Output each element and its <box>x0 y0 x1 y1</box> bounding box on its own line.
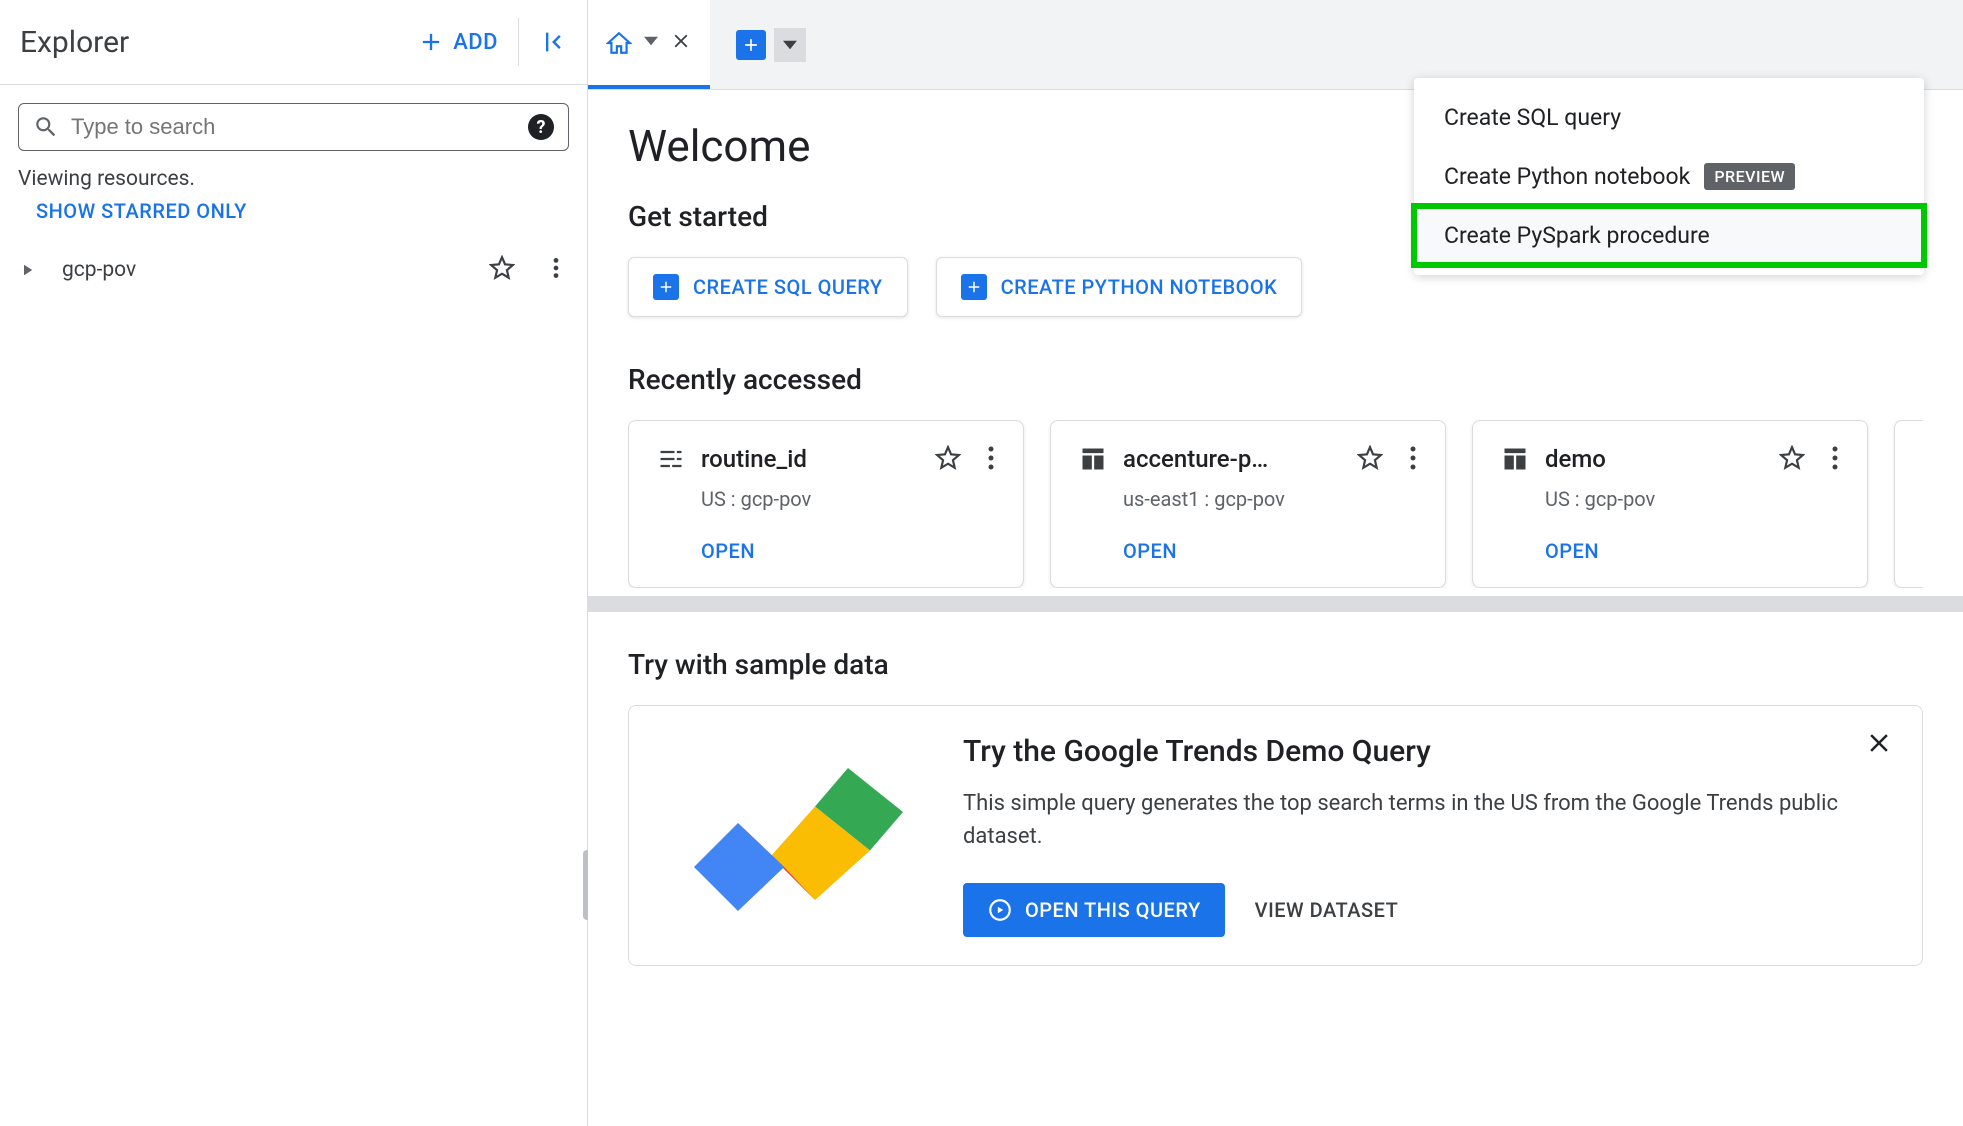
sample-card-title: Try the Google Trends Demo Query <box>963 734 1888 769</box>
star-button[interactable] <box>489 255 515 285</box>
main-panel: Create SQL query Create Python notebook … <box>588 0 1963 1126</box>
explorer-sidebar: Explorer ADD ? Viewing resources. SHOW S… <box>0 0 588 1126</box>
open-this-query-button[interactable]: OPEN THIS QUERY <box>963 883 1225 937</box>
close-icon <box>1864 728 1894 758</box>
search-input-container[interactable]: ? <box>18 103 569 151</box>
plus-icon <box>741 35 761 55</box>
show-starred-only-button[interactable]: SHOW STARRED ONLY <box>0 199 587 241</box>
collapse-icon <box>539 28 567 56</box>
more-actions-button[interactable] <box>543 255 569 285</box>
preview-badge: PREVIEW <box>1704 163 1795 190</box>
trends-illustration <box>663 734 923 934</box>
help-icon[interactable]: ? <box>528 114 554 140</box>
card-title: demo <box>1545 445 1763 473</box>
create-sql-query-item[interactable]: Create SQL query <box>1414 88 1924 147</box>
star-button[interactable] <box>1357 445 1383 475</box>
divider <box>518 18 519 66</box>
create-sql-query-button[interactable]: CREATE SQL QUERY <box>628 257 908 317</box>
more-actions-button[interactable] <box>987 445 995 475</box>
card-title: accenture-p… <box>1123 445 1341 473</box>
sidebar-header: Explorer ADD <box>0 0 587 85</box>
plus-icon <box>417 28 445 56</box>
horizontal-scrollbar[interactable] <box>588 596 1963 612</box>
table-icon <box>1501 445 1529 477</box>
recent-card[interactable]: demo US : gcp-pov OPEN <box>1472 420 1868 588</box>
card-subtitle: US : gcp-pov <box>1501 487 1839 511</box>
collapse-sidebar-button[interactable] <box>539 28 567 56</box>
create-pyspark-procedure-item[interactable]: Create PySpark procedure <box>1414 206 1924 265</box>
close-sample-card-button[interactable] <box>1864 728 1894 762</box>
add-button-label: ADD <box>453 30 498 55</box>
create-python-notebook-button[interactable]: CREATE PYTHON NOTEBOOK <box>936 257 1303 317</box>
recently-accessed-title: Recently accessed <box>628 363 1923 396</box>
close-tab-button[interactable] <box>670 30 692 56</box>
tab-bar <box>588 0 1963 90</box>
caret-down-icon <box>783 38 797 52</box>
new-tab-button[interactable] <box>736 30 766 60</box>
recent-cards-row: routine_id US : gcp-pov OPEN accenture-p… <box>628 420 1923 588</box>
project-label: gcp-pov <box>50 258 475 282</box>
recent-card[interactable]: accenture-p… us-east1 : gcp-pov OPEN <box>1050 420 1446 588</box>
plus-icon <box>961 274 987 300</box>
add-button[interactable]: ADD <box>417 28 498 56</box>
sample-data-card: Try the Google Trends Demo Query This si… <box>628 705 1923 966</box>
card-subtitle: US : gcp-pov <box>657 487 995 511</box>
create-dropdown-menu: Create SQL query Create Python notebook … <box>1414 78 1924 275</box>
try-sample-title: Try with sample data <box>628 648 1923 681</box>
sample-card-description: This simple query generates the top sear… <box>963 787 1888 853</box>
card-subtitle: us-east1 : gcp-pov <box>1079 487 1417 511</box>
project-tree-item[interactable]: gcp-pov <box>0 241 587 299</box>
new-tab-dropdown-button[interactable] <box>774 28 806 62</box>
more-actions-button[interactable] <box>1409 445 1417 475</box>
expand-caret-icon[interactable] <box>18 261 36 279</box>
recent-card[interactable]: routine_id US : gcp-pov OPEN <box>628 420 1024 588</box>
plus-icon <box>653 274 679 300</box>
star-button[interactable] <box>935 445 961 475</box>
more-actions-button[interactable] <box>1831 445 1839 475</box>
explorer-title: Explorer <box>20 25 129 60</box>
card-title: routine_id <box>701 445 919 473</box>
create-python-notebook-item[interactable]: Create Python notebook PREVIEW <box>1414 147 1924 206</box>
open-button[interactable]: OPEN <box>1079 539 1417 563</box>
table-icon <box>1079 445 1107 477</box>
query-icon <box>987 897 1013 923</box>
open-button[interactable]: OPEN <box>657 539 995 563</box>
open-button[interactable]: OPEN <box>1501 539 1839 563</box>
viewing-resources-label: Viewing resources. <box>0 163 587 199</box>
star-button[interactable] <box>1779 445 1805 475</box>
routine-icon <box>657 445 685 477</box>
search-input[interactable] <box>71 114 516 140</box>
home-tab[interactable] <box>588 0 710 89</box>
view-dataset-button[interactable]: VIEW DATASET <box>1255 898 1399 922</box>
search-icon <box>33 114 59 140</box>
tab-caret-icon[interactable] <box>644 33 658 52</box>
recent-card[interactable] <box>1894 420 1923 588</box>
home-icon <box>606 30 632 56</box>
